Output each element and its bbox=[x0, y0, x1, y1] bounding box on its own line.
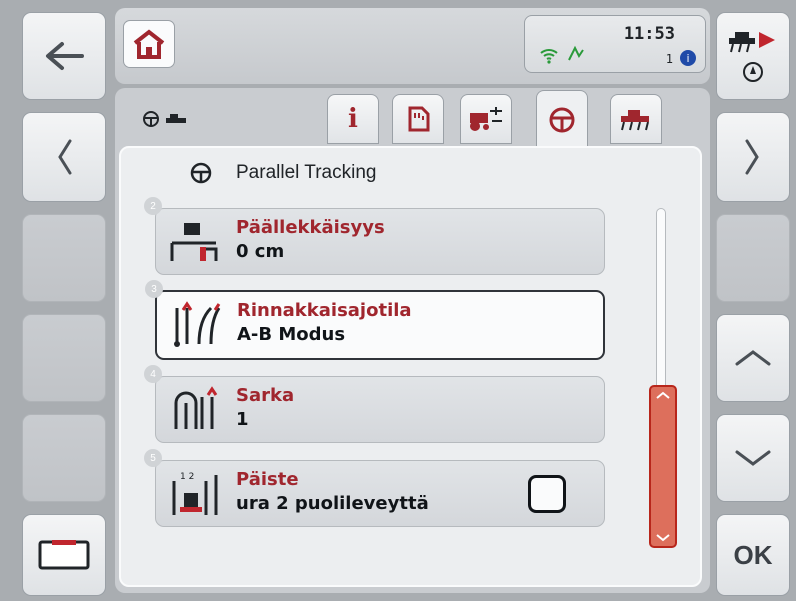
scroll-up-button[interactable] bbox=[716, 314, 790, 402]
chevron-left-icon bbox=[58, 139, 72, 175]
item-label: Rinnakkaisajotila bbox=[237, 300, 412, 321]
terminal-button[interactable] bbox=[22, 514, 106, 596]
next-tab-button[interactable] bbox=[716, 112, 790, 202]
implement-icon bbox=[621, 110, 649, 131]
item-number: 5 bbox=[144, 449, 162, 467]
context-indicator bbox=[142, 110, 190, 133]
list-item-parallel-mode[interactable]: 3 Rinnakkaisajotila A-B Modus bbox=[145, 280, 605, 360]
item-value: A-B Modus bbox=[237, 324, 346, 345]
status-panel: 11:53 1 i bbox=[524, 15, 706, 73]
ok-button[interactable]: OK bbox=[716, 514, 790, 596]
info-icon: i bbox=[348, 104, 358, 134]
arrow-left-icon bbox=[46, 42, 84, 70]
tab-tractor-settings[interactable] bbox=[460, 94, 512, 144]
tab-memory[interactable] bbox=[392, 94, 444, 144]
chevron-down-icon bbox=[656, 534, 670, 542]
item-value: 1 bbox=[236, 409, 249, 430]
item-label: Päiste bbox=[236, 469, 299, 490]
ok-label: OK bbox=[733, 539, 773, 570]
list-item-overlap[interactable]: 2 Päällekkäisyys 0 cm bbox=[144, 197, 605, 275]
empty-right-button-3 bbox=[716, 214, 790, 302]
home-button[interactable] bbox=[123, 20, 175, 68]
memory-card-icon bbox=[408, 106, 430, 132]
tractor-settings-icon bbox=[470, 107, 502, 131]
chevron-up-icon bbox=[735, 350, 771, 366]
steering-wheel-icon bbox=[549, 107, 575, 132]
steering-wheel-icon bbox=[143, 111, 159, 127]
empty-left-button-3 bbox=[22, 214, 106, 302]
item-number: 3 bbox=[145, 280, 163, 298]
tab-info[interactable]: i bbox=[327, 94, 379, 144]
scrollbar-thumb[interactable] bbox=[649, 385, 677, 548]
item-label: Sarka bbox=[236, 385, 295, 406]
headland-icon: 1 2 bbox=[172, 472, 218, 515]
terminal-display-icon bbox=[38, 540, 90, 570]
list-item-headland[interactable]: 5 1 2 Päiste ura 2 puolileveyttä bbox=[144, 449, 605, 527]
panel-title: Parallel Tracking bbox=[236, 162, 377, 183]
implement-small-icon bbox=[166, 114, 187, 123]
overlap-icon bbox=[170, 223, 218, 261]
scroll-down-button[interactable] bbox=[716, 414, 790, 502]
headland-checkbox[interactable] bbox=[528, 475, 566, 513]
item-value: ura 2 puolileveyttä bbox=[236, 493, 429, 514]
implement-guidance-button[interactable] bbox=[716, 12, 790, 100]
item-label: Päällekkäisyys bbox=[236, 217, 385, 238]
list-item-tramline[interactable]: 4 Sarka 1 bbox=[144, 365, 605, 443]
gps-signal-icon bbox=[568, 45, 584, 61]
tramline-icon bbox=[174, 386, 218, 429]
item-number: 4 bbox=[144, 365, 162, 383]
empty-left-button-4 bbox=[22, 314, 106, 402]
wifi-signal-icon bbox=[540, 49, 558, 64]
home-icon bbox=[133, 29, 165, 59]
job-count: 1 bbox=[665, 52, 673, 66]
item-value: 0 cm bbox=[236, 241, 285, 262]
back-button[interactable] bbox=[22, 12, 106, 100]
clock-time: 11:53 bbox=[623, 24, 675, 44]
tab-parallel-tracking[interactable] bbox=[536, 90, 588, 148]
chevron-up-icon bbox=[656, 391, 670, 399]
chevron-right-icon bbox=[745, 139, 759, 175]
steering-wheel-icon bbox=[190, 162, 212, 184]
implement-guidance-icon bbox=[729, 32, 775, 82]
svg-text:i: i bbox=[686, 52, 689, 65]
empty-left-button-5 bbox=[22, 414, 106, 502]
previous-tab-button[interactable] bbox=[22, 112, 106, 202]
notification-badge-icon: i bbox=[680, 50, 696, 66]
parallel-mode-icon bbox=[174, 301, 221, 347]
chevron-down-icon bbox=[735, 450, 771, 466]
item-number: 2 bbox=[144, 197, 162, 215]
tab-implement[interactable] bbox=[610, 94, 662, 144]
svg-text:1 2: 1 2 bbox=[180, 472, 194, 482]
